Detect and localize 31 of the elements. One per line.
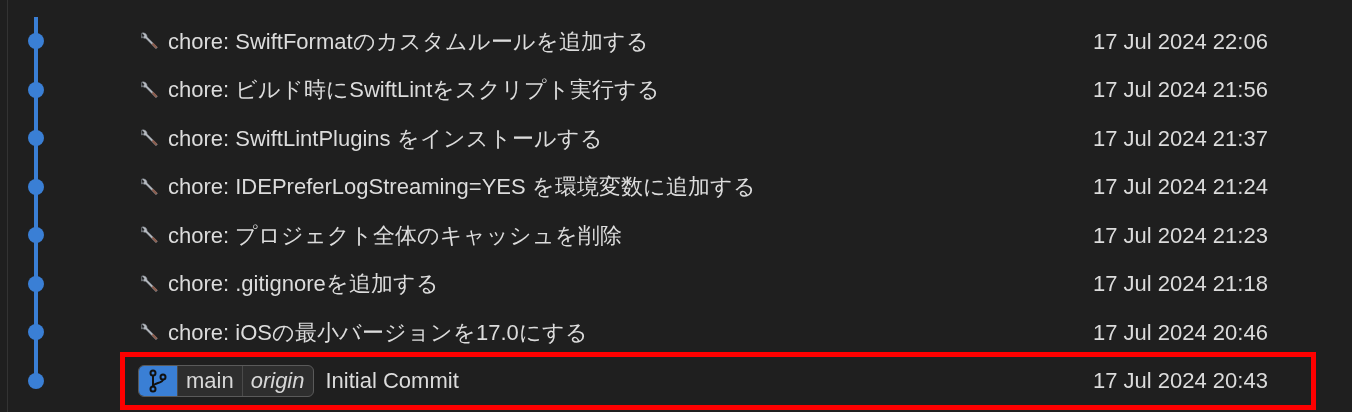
commit-date: 17 Jul 2024 20:46 xyxy=(1093,318,1269,347)
commit-row[interactable]: chore: SwiftLintPlugins をインストールする 17 Jul 2024 21:37 xyxy=(120,121,1311,155)
commit-date: 17 Jul 2024 21:24 xyxy=(1093,173,1269,202)
commit-date: 17 Jul 2024 20:43 xyxy=(1093,367,1269,396)
commit-row[interactable]: chore: iOSの最小バージョンを17.0にする 17 Jul 2024 20:46 xyxy=(120,315,1311,349)
branch-tag[interactable]: main origin xyxy=(138,364,314,397)
branch-name: origin xyxy=(241,365,313,396)
wrench-icon xyxy=(138,78,160,101)
commit-message: chore: プロジェクト全体のキャッシュを削除 xyxy=(168,221,623,250)
commit-date: 17 Jul 2024 21:18 xyxy=(1093,270,1269,299)
commit-row[interactable]: chore: SwiftFormatのカスタムルールを追加する 17 Jul 2024 22:06 xyxy=(120,24,1311,58)
wrench-icon xyxy=(138,175,160,198)
commit-message: chore: IDEPreferLogStreaming=YES を環境変数に追加する xyxy=(168,173,756,202)
commit-row[interactable]: chore: IDEPreferLogStreaming=YES を環境変数に追加する 17 Jul 2024 21:24 xyxy=(120,170,1311,204)
commit-message: chore: SwiftFormatのカスタムルールを追加する xyxy=(168,27,649,56)
highlighted-commit-row[interactable]: main origin Initial Commit 17 Jul 2024 20:43 xyxy=(120,351,1316,410)
commit-date: 17 Jul 2024 21:56 xyxy=(1093,76,1269,105)
commit-message: Initial Commit xyxy=(325,367,459,396)
branch-name: main xyxy=(177,365,242,396)
commit-date: 17 Jul 2024 21:23 xyxy=(1093,221,1269,250)
commit-message: chore: SwiftLintPlugins をインストールする xyxy=(168,124,603,153)
commit-row[interactable]: chore: プロジェクト全体のキャッシュを削除 17 Jul 2024 21:23 xyxy=(120,218,1311,252)
commit-row[interactable]: chore: ビルド時にSwiftLintをスクリプト実行する 17 Jul 2024 21:56 xyxy=(120,73,1311,107)
commit-date: 17 Jul 2024 22:06 xyxy=(1093,27,1269,56)
branch-icon xyxy=(147,368,169,393)
commit-message: chore: ビルド時にSwiftLintをスクリプト実行する xyxy=(168,76,661,105)
wrench-icon xyxy=(138,272,160,295)
commit-message: chore: .gitignoreを追加する xyxy=(168,270,439,299)
commit-row[interactable]: chore: .gitignoreを追加する 17 Jul 2024 21:18 xyxy=(120,267,1311,301)
commit-message: chore: iOSの最小バージョンを17.0にする xyxy=(168,318,588,347)
commit-date: 17 Jul 2024 21:37 xyxy=(1093,124,1269,153)
